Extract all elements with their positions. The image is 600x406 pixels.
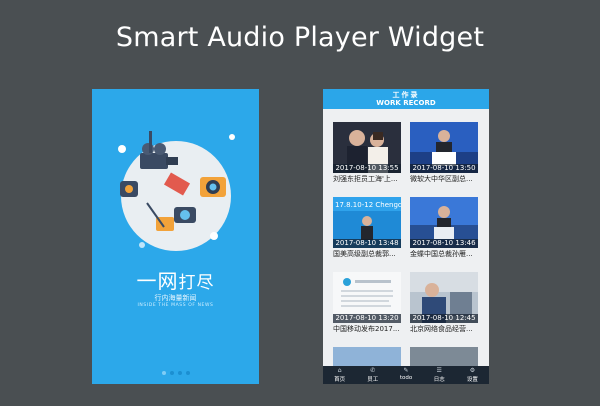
- page-dot-1[interactable]: [161, 371, 166, 375]
- news-card[interactable]: 17.8.10-12 Chengdu 2017-08-10 13:48 国美高级…: [333, 197, 401, 260]
- home-icon: ⌂: [337, 367, 342, 374]
- news-caption[interactable]: 微软大中华区副总...: [410, 175, 486, 184]
- work-record-header: 工作录 WORK RECORD: [323, 89, 489, 109]
- news-card[interactable]: 2017-08-10 13:46 金蝶中国总裁孙雁...: [410, 197, 478, 260]
- bottom-tab-bar: ⌂ 首页 ✆ 员工 ✎ todo ☰ 日志 ⚙ 设置: [323, 366, 489, 384]
- page-dot-3[interactable]: [177, 371, 182, 375]
- splash-subtitle: 行内海量新闻: [154, 294, 197, 302]
- news-time: 2017-08-10 13:48: [333, 239, 401, 248]
- official-photo-icon[interactable]: 2017-08-10 12:45: [410, 272, 478, 323]
- document-photo-icon[interactable]: 2017-08-10 13:20: [333, 272, 401, 323]
- tab-settings[interactable]: ⚙ 设置: [456, 366, 489, 384]
- tab-label: 设置: [466, 377, 478, 383]
- tab-label: 日志: [433, 377, 445, 383]
- news-card[interactable]: 2017-08-10 13:20 中国移动发布2017...: [333, 272, 401, 335]
- news-time: 2017-08-10 13:50: [410, 164, 478, 173]
- header-title-en: WORK RECORD: [376, 99, 436, 107]
- tab-label: 首页: [334, 377, 346, 383]
- news-time: 2017-08-10 13:55: [333, 164, 401, 173]
- news-time: 2017-08-10 13:46: [410, 239, 478, 248]
- news-card-partial[interactable]: [333, 347, 401, 367]
- splash-subtitle-en: INSIDE THE MASS OF NEWS: [137, 303, 214, 308]
- tab-label: todo: [399, 375, 413, 381]
- camera-icon: [200, 177, 226, 197]
- chengdu-stage-photo-icon[interactable]: 17.8.10-12 Chengdu 2017-08-10 13:48: [333, 197, 401, 248]
- news-caption[interactable]: 刘强东拒员工海'上...: [333, 175, 409, 184]
- news-card[interactable]: 2017-08-10 13:50 微软大中华区副总...: [410, 122, 478, 185]
- gear-icon: ⚙: [469, 367, 476, 374]
- news-time: 2017-08-10 12:45: [410, 314, 478, 323]
- news-caption[interactable]: 北京网络食品经营...: [410, 325, 486, 334]
- stage-banner-text: 17.8.10-12 Chengdu: [335, 201, 401, 209]
- tab-staff[interactable]: ✆ 员工: [356, 366, 389, 384]
- projector-icon: [120, 181, 138, 197]
- speaker-stage-photo-icon[interactable]: 2017-08-10 13:46: [410, 197, 478, 248]
- news-card[interactable]: 2017-08-10 12:45 北京网络食品经营...: [410, 272, 478, 335]
- page-title: Smart Audio Player Widget: [115, 22, 485, 53]
- splash-headline: 一网打尽: [92, 265, 259, 294]
- tab-label: 员工: [367, 377, 379, 383]
- news-card[interactable]: 2017-08-10 13:55 刘强东拒员工海'上...: [333, 122, 401, 185]
- page-indicator[interactable]: [92, 371, 259, 375]
- phone-icon: ✆: [370, 367, 376, 374]
- news-thumb-partial: [333, 347, 401, 367]
- splash-illustration: [118, 131, 235, 251]
- tab-todo[interactable]: ✎ todo: [389, 366, 422, 384]
- news-caption[interactable]: 中国移动发布2017...: [333, 325, 409, 334]
- news-caption[interactable]: 金蝶中国总裁孙雁...: [410, 250, 486, 259]
- news-thumb-partial: [410, 347, 478, 367]
- news-card-partial[interactable]: [410, 347, 478, 367]
- news-time: 2017-08-10 13:20: [333, 314, 401, 323]
- work-record-screen: 工作录 WORK RECORD 2017-08-10 13:55 刘强东拒员工海…: [323, 89, 489, 384]
- tab-journal[interactable]: ☰ 日志: [423, 366, 456, 384]
- splash-screen[interactable]: 一网打尽 行内海量新闻 INSIDE THE MASS OF NEWS: [92, 89, 259, 384]
- page-dot-4[interactable]: [185, 371, 190, 375]
- news-caption[interactable]: 国美高级副总裁郭...: [333, 250, 409, 259]
- headline-part2: 打尽: [178, 273, 215, 293]
- journal-icon: ☰: [436, 367, 442, 374]
- couple-photo-icon[interactable]: 2017-08-10 13:55: [333, 122, 401, 173]
- page-dot-2[interactable]: [169, 371, 174, 375]
- tab-home[interactable]: ⌂ 首页: [323, 366, 356, 384]
- headline-part1: 一网: [136, 269, 179, 293]
- edit-icon: ✎: [403, 367, 409, 374]
- speaker-podium-photo-icon[interactable]: 2017-08-10 13:50: [410, 122, 478, 173]
